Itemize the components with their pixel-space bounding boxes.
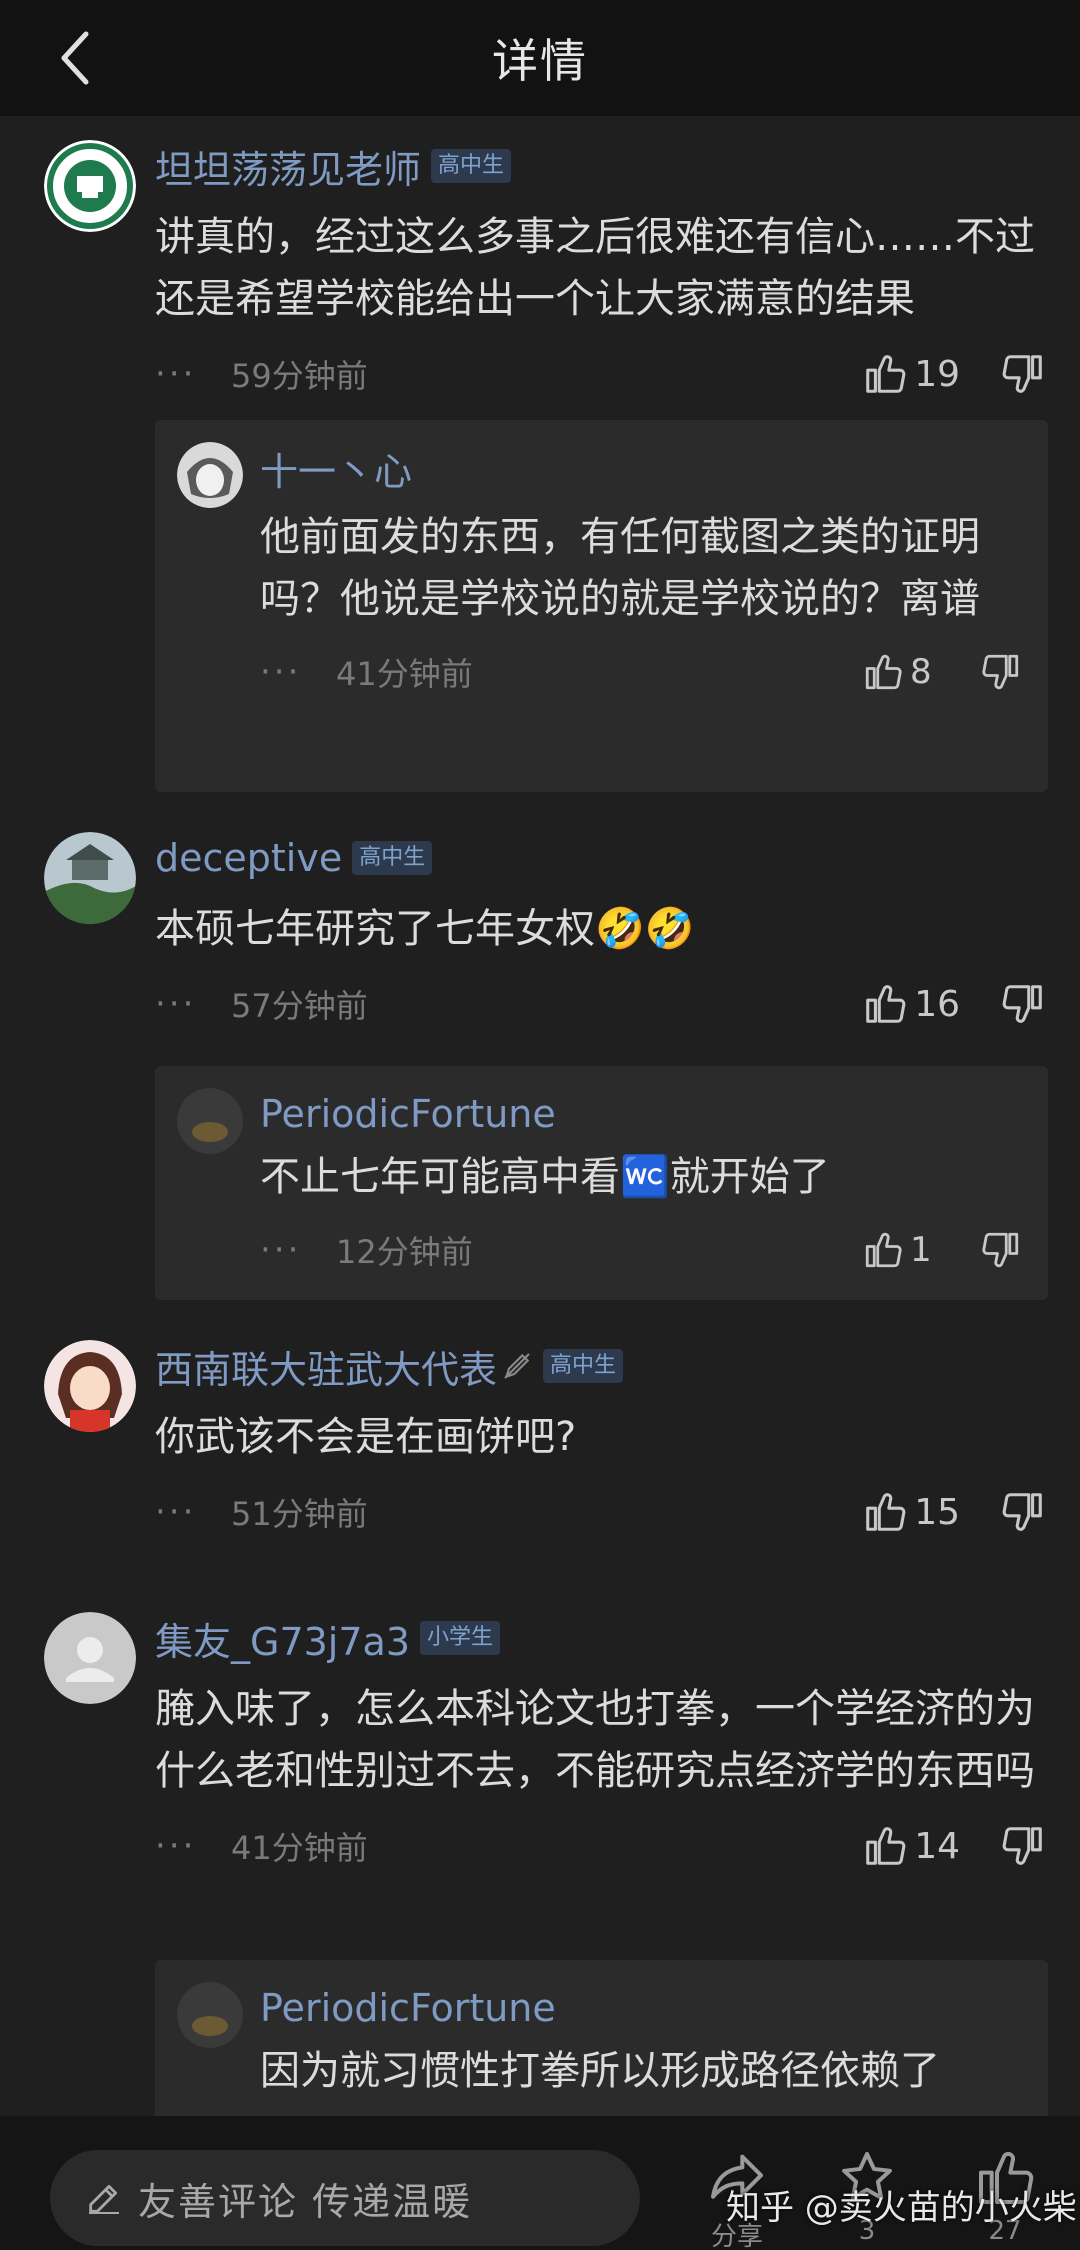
like-button[interactable]: 1 bbox=[862, 1220, 950, 1280]
more-options-button[interactable]: ··· bbox=[260, 652, 336, 692]
dislike-button[interactable] bbox=[1000, 344, 1046, 404]
like-button[interactable]: 15 bbox=[862, 1482, 960, 1542]
dislike-button[interactable] bbox=[1000, 1816, 1046, 1876]
dislike-button[interactable] bbox=[1000, 1482, 1046, 1542]
back-button[interactable] bbox=[40, 22, 112, 94]
comment-input[interactable]: 友善评论 传递温暖 bbox=[50, 2150, 640, 2246]
more-options-button[interactable]: ··· bbox=[155, 984, 231, 1024]
username[interactable]: 集友_G73j7a3 bbox=[155, 1611, 410, 1666]
comment-input-placeholder: 友善评论 传递温暖 bbox=[138, 2179, 473, 2224]
more-options-button[interactable]: ··· bbox=[155, 1492, 231, 1532]
page-title: 详情 bbox=[492, 34, 588, 88]
reply-text: 不止七年可能高中看🚾就开始了 bbox=[260, 1154, 830, 1200]
dislike-button[interactable] bbox=[980, 1220, 1022, 1280]
like-count: 16 bbox=[914, 983, 960, 1025]
user-badge: 高中生 bbox=[543, 1349, 624, 1383]
avatar[interactable] bbox=[177, 442, 243, 508]
dark-avatar bbox=[177, 1088, 243, 1154]
thumbs-down-icon bbox=[1002, 1493, 1042, 1531]
thumbs-up-icon bbox=[866, 985, 906, 1023]
comment-time: 59分钟前 bbox=[231, 357, 368, 395]
landscape-avatar bbox=[44, 832, 136, 924]
avatar[interactable] bbox=[44, 832, 136, 924]
thumbs-down-icon bbox=[1002, 1827, 1042, 1865]
comment-item: 集友_G73j7a3 小学生 腌入味了，怎么本科论文也打拳，一个学经济的为什么老… bbox=[0, 1604, 1080, 2116]
like-count: 8 bbox=[910, 652, 932, 692]
watermark: 知乎 @卖火苗的小火柴 bbox=[726, 2188, 1077, 2228]
like-button[interactable]: 14 bbox=[862, 1816, 960, 1876]
edit-pen-icon bbox=[501, 1350, 533, 1382]
user-badge: 高中生 bbox=[352, 841, 433, 875]
reply-text: 因为就习惯性打拳所以形成路径依赖了 bbox=[260, 2048, 940, 2094]
user-badge: 小学生 bbox=[420, 1621, 501, 1655]
default-user-icon bbox=[44, 1612, 136, 1704]
girl-avatar bbox=[44, 1340, 136, 1432]
comment-text: 本硕七年研究了七年女权🤣🤣 bbox=[155, 906, 695, 952]
thumbs-down-icon bbox=[1002, 985, 1042, 1023]
avatar[interactable] bbox=[177, 1982, 243, 2048]
comment-item: 西南联大驻武大代表 高中生 你武该不会是在画饼吧? ··· 51分钟前 15 bbox=[0, 1332, 1080, 1572]
edit-icon bbox=[89, 2184, 119, 2214]
like-button[interactable]: 16 bbox=[862, 974, 960, 1034]
reply-thread[interactable]: 十一丶心 他前面发的东西，有任何截图之类的证明吗？他说是学校说的就是学校说的？离… bbox=[155, 420, 1048, 792]
thumbs-up-icon bbox=[866, 1827, 906, 1865]
comment-text: 讲真的，经过这么多事之后很难还有信心……不过还是希望学校能给出一个让大家满意的结… bbox=[155, 214, 1035, 322]
more-options-button[interactable]: ··· bbox=[155, 1826, 231, 1866]
username[interactable]: deceptive bbox=[155, 836, 342, 880]
thumbs-down-icon bbox=[1002, 355, 1042, 393]
chevron-left-icon bbox=[61, 31, 89, 85]
reply-username[interactable]: PeriodicFortune bbox=[260, 1980, 1022, 2036]
thumbs-up-icon bbox=[866, 355, 906, 393]
reply-text: 他前面发的东西，有任何截图之类的证明吗？他说是学校说的就是学校说的？离谱 bbox=[260, 514, 980, 622]
username[interactable]: 坦坦荡荡见老师 bbox=[155, 139, 421, 194]
more-options-button[interactable]: ··· bbox=[260, 1230, 336, 1270]
reply-thread[interactable]: PeriodicFortune 不止七年可能高中看🚾就开始了 ··· 12分钟前… bbox=[155, 1066, 1048, 1300]
comment-time: 41分钟前 bbox=[231, 1829, 368, 1867]
like-count: 19 bbox=[914, 353, 960, 395]
reply-username[interactable]: PeriodicFortune bbox=[260, 1086, 1022, 1142]
thumbs-up-icon bbox=[865, 1232, 902, 1268]
comment-item: 坦坦荡荡见老师 高中生 讲真的，经过这么多事之后很难还有信心……不过还是希望学校… bbox=[0, 128, 1080, 808]
reply-username[interactable]: 十一丶心 bbox=[260, 444, 1022, 500]
thumbs-down-icon bbox=[982, 1232, 1019, 1268]
thumbs-up-icon bbox=[865, 654, 902, 690]
comment-time: 51分钟前 bbox=[231, 1495, 368, 1533]
avatar[interactable] bbox=[44, 1612, 136, 1704]
more-options-button[interactable]: ··· bbox=[155, 354, 231, 394]
avatar[interactable] bbox=[177, 1088, 243, 1154]
like-count: 14 bbox=[914, 1825, 960, 1867]
like-button[interactable]: 8 bbox=[862, 642, 950, 702]
like-button[interactable]: 19 bbox=[862, 344, 960, 404]
user-badge: 高中生 bbox=[431, 149, 512, 183]
comment-list[interactable]: 坦坦荡荡见老师 高中生 讲真的，经过这么多事之后很难还有信心……不过还是希望学校… bbox=[0, 116, 1080, 2116]
thumbs-up-icon bbox=[866, 1493, 906, 1531]
reply-time: 12分钟前 bbox=[336, 1233, 473, 1271]
university-logo-avatar bbox=[44, 140, 136, 232]
comment-time: 57分钟前 bbox=[231, 987, 368, 1025]
avatar[interactable] bbox=[44, 140, 136, 232]
avatar[interactable] bbox=[44, 1340, 136, 1432]
dislike-button[interactable] bbox=[1000, 974, 1046, 1034]
comment-detail-screen: 详情 坦坦荡荡见老师 高中生 讲真的，经过这么多事之后很难还有信心……不过还是希… bbox=[0, 0, 1080, 2250]
dislike-button[interactable] bbox=[980, 642, 1022, 702]
comment-text: 你武该不会是在画饼吧? bbox=[155, 1414, 577, 1460]
reply-time: 41分钟前 bbox=[336, 655, 473, 693]
thumbs-down-icon bbox=[982, 654, 1019, 690]
like-count: 1 bbox=[910, 1230, 932, 1270]
reply-thread[interactable]: PeriodicFortune 因为就习惯性打拳所以形成路径依赖了 bbox=[155, 1960, 1048, 2116]
like-count: 15 bbox=[914, 1491, 960, 1533]
anime-avatar bbox=[177, 442, 243, 508]
comment-text: 腌入味了，怎么本科论文也打拳，一个学经济的为什么老和性别过不去，不能研究点经济学… bbox=[155, 1686, 1035, 1794]
username[interactable]: 西南联大驻武大代表 bbox=[155, 1339, 497, 1394]
top-bar: 详情 bbox=[0, 0, 1080, 116]
dark-avatar bbox=[177, 1982, 243, 2048]
